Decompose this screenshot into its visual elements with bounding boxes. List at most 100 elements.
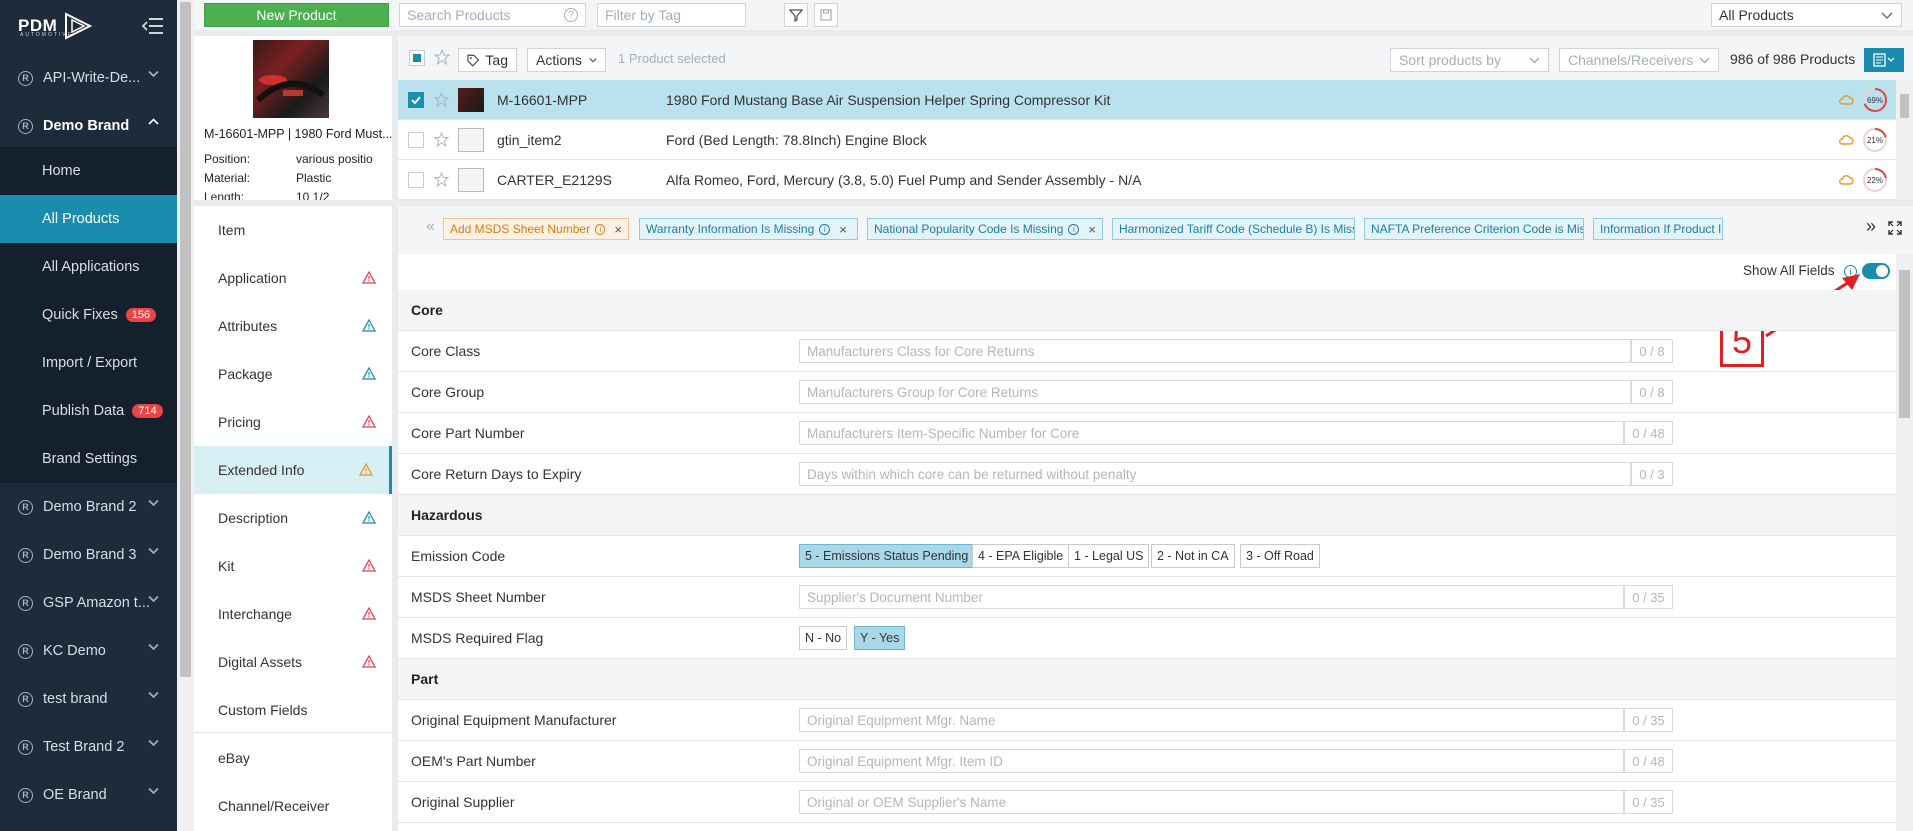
scroll-left-icon[interactable]: « (426, 218, 435, 236)
chevron-down-icon (148, 739, 159, 747)
expand-icon[interactable] (1888, 221, 1902, 235)
actions-dropdown[interactable]: Actions (527, 48, 606, 72)
msds-flag-option[interactable]: Y - Yes (854, 626, 906, 650)
sidebar-scrollbar[interactable] (177, 0, 194, 831)
missing-info-pill[interactable]: Information If Product Is Re (1593, 218, 1723, 240)
form-scrollbar[interactable] (1896, 254, 1913, 831)
star-icon[interactable] (434, 172, 449, 187)
registered-icon: R (18, 691, 33, 707)
section-nav-item[interactable]: eBay (194, 734, 392, 782)
product-list-scrollbar[interactable] (1896, 80, 1913, 200)
sidebar-brand-item[interactable]: R Demo Brand 2 (0, 483, 177, 531)
core-group-input[interactable]: Manufacturers Group for Core Returns (799, 380, 1631, 404)
product-row[interactable]: gtin_item2 Ford (Bed Length: 78.8Inch) En… (398, 120, 1896, 160)
product-thumbnail[interactable] (253, 40, 329, 118)
filter-by-tag-input[interactable]: Filter by Tag (597, 3, 746, 27)
cloud-status-icon (1839, 135, 1854, 145)
section-nav-item[interactable]: Attributes (194, 302, 392, 350)
core-part-number-input[interactable]: Manufacturers Item-Specific Number for C… (799, 421, 1624, 445)
section-nav-item[interactable]: Application (194, 254, 392, 302)
missing-info-pill[interactable]: Add MSDS Sheet Number i × (443, 218, 629, 240)
collapse-menu-icon[interactable] (142, 16, 164, 36)
missing-info-pill[interactable]: Warranty Information Is Missing i × (639, 218, 858, 240)
missing-info-pill[interactable]: Harmonized Tariff Code (Schedule B) Is M… (1112, 218, 1355, 240)
spec-key: Length: (204, 190, 245, 200)
sidebar-brand-item[interactable]: R GSP Amazon t... (0, 579, 177, 627)
registered-icon: R (18, 118, 33, 134)
oem-input[interactable]: Original Equipment Mfgr. Name (799, 708, 1624, 732)
filter-icon[interactable] (784, 3, 808, 27)
core-return-days-input[interactable]: Days within which core can be returned w… (799, 462, 1631, 486)
pill-text: Add MSDS Sheet Number (450, 222, 591, 236)
search-products-input[interactable]: Search Products ? (399, 3, 586, 27)
emission-option[interactable]: 2 - Not in CA (1151, 544, 1235, 568)
save-filter-icon[interactable] (814, 3, 838, 27)
close-icon[interactable]: × (614, 222, 622, 237)
sidebar-brand-item[interactable]: R API-Write-De... (0, 54, 177, 102)
section-nav-item[interactable]: Custom Fields (194, 686, 392, 734)
section-nav-item[interactable]: Kit (194, 542, 392, 590)
emission-option[interactable]: 1 - Legal US (1068, 544, 1150, 568)
sidebar-sub-item[interactable]: Import / Export (0, 339, 177, 387)
product-row[interactable]: M-16601-MPP 1980 Ford Mustang Base Air Su… (398, 80, 1896, 120)
star-icon[interactable] (434, 132, 449, 147)
missing-info-pill[interactable]: NAFTA Preference Criterion Code is Missi… (1364, 218, 1584, 240)
row-checkbox[interactable] (408, 92, 424, 108)
section-nav-item[interactable]: Item (194, 206, 392, 254)
msds-flag-option[interactable]: N - No (799, 626, 848, 650)
sidebar-brand-item[interactable]: R Demo Brand (0, 102, 177, 150)
original-supplier-input[interactable]: Original or OEM Supplier's Name (799, 790, 1624, 814)
sidebar-sub-item[interactable]: Quick Fixes 156 (0, 291, 177, 339)
registered-icon: R (18, 595, 33, 611)
core-class-input[interactable]: Manufacturers Class for Core Returns (799, 339, 1631, 363)
emission-option[interactable]: 5 - Emissions Status Pending (799, 544, 975, 568)
tag-button[interactable]: Tag (458, 48, 517, 72)
brand-logo[interactable]: PDM AUTOMOTIVE (18, 8, 93, 44)
section-label: Extended Info (218, 462, 305, 478)
channels-receivers-select[interactable]: Channels/Receivers (1559, 48, 1719, 72)
sidebar-sub-item[interactable]: All Products (0, 195, 177, 243)
row-checkbox[interactable] (408, 132, 424, 148)
sidebar-brand-item[interactable]: Rtest brand (0, 675, 177, 723)
help-icon[interactable]: ? (564, 8, 578, 22)
emission-option[interactable]: 3 - Off Road (1240, 544, 1320, 568)
sidebar-brand-item[interactable]: R Test Brand 2 (0, 723, 177, 771)
sidebar-sub-item[interactable]: Home (0, 147, 177, 195)
info-icon[interactable]: i (1068, 223, 1080, 235)
section-nav-item[interactable]: Pricing (194, 398, 392, 446)
info-icon[interactable]: i (819, 223, 831, 235)
sidebar-sub-item[interactable]: All Applications (0, 243, 177, 291)
section-nav-item[interactable]: Description (194, 494, 392, 542)
msds-sheet-number-input[interactable]: Supplier's Document Number (799, 585, 1624, 609)
section-nav-item[interactable]: Digital Assets (194, 638, 392, 686)
sidebar-sub-item[interactable]: Brand Settings (0, 435, 177, 483)
star-icon[interactable] (434, 92, 449, 107)
missing-info-pill[interactable]: National Popularity Code Is Missing i × (867, 218, 1103, 240)
show-all-fields-toggle[interactable] (1862, 263, 1890, 279)
section-nav-item[interactable]: Package (194, 350, 392, 398)
section-nav-item[interactable]: Interchange (194, 590, 392, 638)
sidebar-brand-item[interactable]: R OE Brand (0, 771, 177, 819)
sort-placeholder: Sort products by (1399, 52, 1501, 68)
scroll-right-icon[interactable]: » (1866, 216, 1876, 237)
new-product-button[interactable]: New Product (204, 3, 389, 27)
product-scope-select[interactable]: All Products (1711, 3, 1902, 27)
section-label: Attributes (218, 318, 278, 334)
sort-products-select[interactable]: Sort products by (1390, 48, 1549, 72)
row-checkbox[interactable] (408, 172, 424, 188)
section-nav-item[interactable]: Extended Info (194, 446, 392, 494)
sidebar-sub-item[interactable]: Publish Data 714 (0, 387, 177, 435)
info-icon[interactable]: i (595, 223, 606, 235)
section-nav-item[interactable]: Channel/Receiver (194, 782, 392, 830)
star-icon[interactable] (434, 49, 450, 65)
emission-option[interactable]: 4 - EPA Eligible (972, 544, 1070, 568)
close-icon[interactable]: × (839, 222, 847, 237)
core-class-row: Core Class Manufacturers Class for Core … (398, 331, 1896, 372)
product-row[interactable]: CARTER_E2129S Alfa Romeo, Ford, Mercury (… (398, 160, 1896, 200)
sidebar-brand-item[interactable]: R KC Demo (0, 627, 177, 675)
sidebar-brand-item[interactable]: R Demo Brand 3 (0, 531, 177, 579)
close-icon[interactable]: × (1088, 222, 1096, 237)
select-all-checkbox[interactable] (409, 50, 425, 66)
view-mode-button[interactable] (1864, 48, 1904, 72)
oem-part-number-input[interactable]: Original Equipment Mfgr. Item ID (799, 749, 1624, 773)
